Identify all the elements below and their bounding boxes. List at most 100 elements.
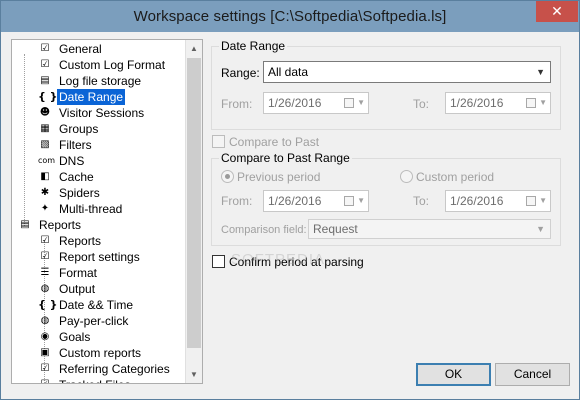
filter-icon: ▧ — [40, 139, 50, 150]
tree-item[interactable]: ▤ Reports — [12, 217, 187, 233]
tree-item-label: Filters — [59, 138, 92, 152]
compare-from-date-picker[interactable]: 1/26/2016 ▼ — [263, 190, 369, 212]
checklist-icon: ☑ — [40, 251, 50, 262]
chevron-down-icon: ▼ — [357, 196, 365, 205]
tree-item-label: Referring Categories — [59, 362, 170, 376]
tree-item[interactable]: ☑ Reports — [12, 233, 187, 249]
tree-item[interactable]: ◉ Goals — [12, 329, 187, 345]
tree-item[interactable]: ☰ Format — [12, 265, 187, 281]
tree-item-label: Report settings — [59, 250, 140, 264]
tree-item-label: Reports — [59, 234, 102, 248]
custom-period-label: Custom period — [416, 170, 495, 184]
tree-item[interactable]: ☻ Visitor Sessions — [12, 105, 187, 121]
tree-item[interactable]: ☑ General — [12, 41, 187, 57]
tree-item[interactable]: ▧ Filters — [12, 137, 187, 153]
from-date-picker[interactable]: 1/26/2016 ▼ — [263, 92, 369, 114]
checklist-icon: ☑ — [40, 59, 50, 70]
to-date-picker[interactable]: 1/26/2016 ▼ — [445, 92, 551, 114]
tree-item[interactable]: com DNS — [12, 153, 187, 169]
tree-item[interactable]: ☑ Custom Log Format — [12, 57, 187, 73]
reports-icon: ▤ — [20, 219, 30, 230]
settings-tree[interactable]: ☑ General ☑ Custom Log Format ▤ Log file stor… — [11, 39, 203, 384]
tree-item-label: DNS — [59, 154, 85, 168]
spider-icon: ✱ — [40, 187, 50, 198]
tree-item-label: Cache — [59, 170, 94, 184]
grid-icon: ▦ — [40, 123, 50, 134]
date-range-title: Date Range — [219, 39, 288, 53]
ok-button[interactable]: OK — [416, 363, 491, 386]
tree-item[interactable]: ✱ Spiders — [12, 185, 187, 201]
dns-icon: com — [38, 156, 56, 165]
to-label: To: — [413, 97, 430, 111]
tree-item-label: Custom reports — [59, 346, 142, 360]
tree-item-label: Custom Log Format — [59, 58, 166, 72]
tree-item-label: General — [59, 42, 102, 56]
tree-item[interactable]: ☑ Tracked Files — [12, 377, 187, 383]
previous-period-radio[interactable] — [221, 170, 234, 183]
tree-item[interactable]: ✦ Multi-thread — [12, 201, 187, 217]
custom-report-icon: ▣ — [40, 347, 50, 358]
tree-item-label: Date Range — [57, 89, 126, 105]
compare-range-title: Compare to Past Range — [219, 151, 352, 165]
checklist-icon: ☑ — [38, 378, 52, 383]
scroll-down-arrow-icon[interactable]: ▼ — [186, 366, 202, 383]
tree-scrollbar[interactable]: ▲ ▼ — [185, 40, 202, 383]
tree-item-label: Groups — [59, 122, 99, 136]
tree-item[interactable]: ◧ Cache — [12, 169, 187, 185]
cache-icon: ◧ — [40, 171, 50, 182]
database-icon: ▤ — [40, 75, 50, 86]
comparison-field-value: Request — [313, 222, 358, 236]
tree-item[interactable]: ▣ Custom reports — [12, 345, 187, 361]
watermark: SOFTPEDIA — [231, 251, 326, 268]
tree-item[interactable]: ☑ Report settings — [12, 249, 187, 265]
scroll-up-arrow-icon[interactable]: ▲ — [186, 40, 202, 57]
date-range-group — [211, 46, 561, 130]
title-bar[interactable]: Workspace settings [C:\Softpedia\Softped… — [1, 1, 579, 32]
checklist-icon: ☑ — [40, 363, 50, 374]
calendar-icon — [344, 98, 354, 108]
from-label: From: — [221, 97, 253, 111]
settings-panel: Date Range Range: All data ▼ From: 1/26/… — [211, 39, 571, 349]
tree-item[interactable]: ◍ Output — [12, 281, 187, 297]
tree-item[interactable]: { } Date && Time — [12, 297, 187, 313]
tree-item[interactable]: ▦ Groups — [12, 121, 187, 137]
custom-period-radio[interactable] — [400, 170, 413, 183]
range-label: Range: — [221, 66, 260, 80]
range-select[interactable]: All data ▼ — [263, 61, 551, 83]
compare-to-past-checkbox[interactable] — [212, 135, 225, 148]
chevron-down-icon: ▼ — [357, 98, 365, 107]
cancel-button[interactable]: Cancel — [495, 363, 570, 386]
tree-item[interactable]: ▤ Log file storage — [12, 73, 187, 89]
tree-item[interactable]: ◍ Pay-per-click — [12, 313, 187, 329]
tree-item-label: Tracked Files — [57, 377, 133, 383]
tree-item[interactable]: ☑ Referring Categories — [12, 361, 187, 377]
close-button[interactable]: ✕ — [536, 1, 578, 22]
list-icon: ☰ — [40, 267, 50, 278]
chevron-down-icon: ▼ — [539, 196, 547, 205]
compare-to-past-label: Compare to Past — [229, 135, 320, 149]
comparison-field-select[interactable]: Request ▼ — [308, 219, 551, 239]
previous-period-label: Previous period — [237, 170, 321, 184]
checklist-icon: ☑ — [40, 43, 50, 54]
tree-item-label: Date && Time — [59, 298, 134, 312]
tree-item-label: Visitor Sessions — [59, 106, 145, 120]
calendar-icon — [526, 98, 536, 108]
tree-item[interactable]: { } Date Range — [12, 89, 187, 105]
chevron-down-icon: ▼ — [536, 67, 545, 77]
settings-window: Workspace settings [C:\Softpedia\Softped… — [0, 0, 580, 400]
chevron-down-icon: ▼ — [539, 98, 547, 107]
confirm-period-checkbox[interactable] — [212, 255, 225, 268]
tree-item-label: Output — [59, 282, 96, 296]
comparison-field-label: Comparison field: — [221, 224, 307, 236]
close-icon: ✕ — [551, 3, 563, 19]
braces-icon: { } — [38, 90, 58, 103]
compare-to-date-picker[interactable]: 1/26/2016 ▼ — [445, 190, 551, 212]
chevron-down-icon: ▼ — [536, 224, 545, 234]
globe-icon: ◍ — [40, 315, 50, 326]
window-title: Workspace settings [C:\Softpedia\Softped… — [133, 8, 447, 25]
tree-item-label: Spiders — [59, 186, 100, 200]
tree-items: ☑ General ☑ Custom Log Format ▤ Log file stor… — [12, 41, 187, 383]
calendar-icon — [344, 196, 354, 206]
scroll-thumb[interactable] — [187, 58, 201, 348]
checklist-icon: ☑ — [40, 235, 50, 246]
